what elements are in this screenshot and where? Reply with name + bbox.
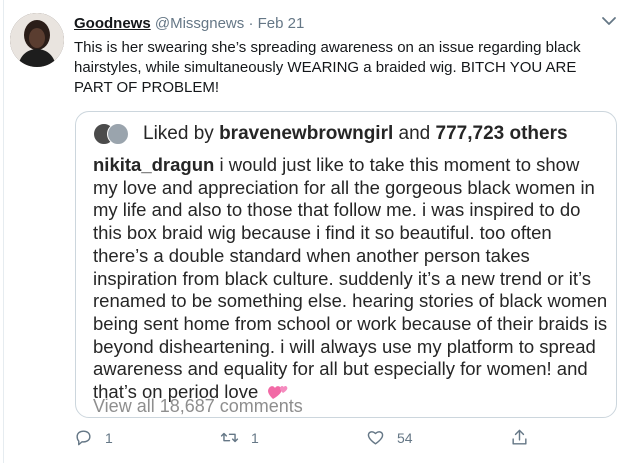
like-count: 54 bbox=[397, 429, 413, 446]
retweet-count: 1 bbox=[251, 429, 259, 446]
tweet-text: This is her swearing she’s spreading awa… bbox=[74, 39, 581, 96]
caption-text: i would just like to take this moment to… bbox=[93, 154, 608, 403]
timeline-divider bbox=[3, 0, 4, 463]
liked-by-user: bravenewbrowngirl bbox=[219, 123, 394, 144]
post-caption: nikita_dragun i would just like to take … bbox=[93, 154, 609, 404]
caption-username: nikita_dragun bbox=[93, 154, 215, 175]
retweet-button[interactable]: 1 bbox=[220, 428, 259, 447]
tweet-date[interactable]: Feb 21 bbox=[258, 15, 305, 32]
author-avatar[interactable] bbox=[10, 13, 64, 67]
reply-count: 1 bbox=[105, 429, 113, 446]
chevron-down-icon bbox=[602, 17, 616, 25]
share-button[interactable] bbox=[510, 428, 541, 447]
like-button[interactable]: 54 bbox=[366, 428, 413, 447]
liker-avatar bbox=[107, 123, 129, 145]
liked-by-row: Liked by bravenewbrowngirl and 777,723 o… bbox=[93, 123, 568, 145]
tweet-menu-button[interactable] bbox=[600, 12, 618, 30]
liker-avatars bbox=[93, 123, 133, 145]
tweet-action-bar: 1 1 54 bbox=[74, 428, 534, 450]
author-display-name[interactable]: Goodnews bbox=[74, 15, 151, 32]
reply-button[interactable]: 1 bbox=[74, 428, 113, 447]
header-separator: · bbox=[248, 15, 254, 32]
liked-by-text: Liked by bravenewbrowngirl and 777,723 o… bbox=[143, 123, 568, 145]
embedded-image-card[interactable]: Liked by bravenewbrowngirl and 777,723 o… bbox=[75, 111, 617, 418]
retweet-icon bbox=[220, 432, 239, 443]
avatar-photo bbox=[10, 13, 64, 67]
liked-by-and: and bbox=[398, 123, 431, 144]
author-handle[interactable]: @Missgnews bbox=[155, 15, 244, 32]
share-icon bbox=[512, 429, 527, 445]
heart-icon bbox=[367, 431, 384, 445]
reply-icon bbox=[76, 430, 91, 446]
tweet-header: Goodnews @Missgnews · Feb 21 bbox=[74, 14, 304, 34]
view-all-comments: View all 18,687 comments bbox=[93, 396, 303, 416]
liked-by-prefix: Liked by bbox=[143, 123, 214, 144]
liked-by-count: 777,723 others bbox=[435, 123, 568, 144]
